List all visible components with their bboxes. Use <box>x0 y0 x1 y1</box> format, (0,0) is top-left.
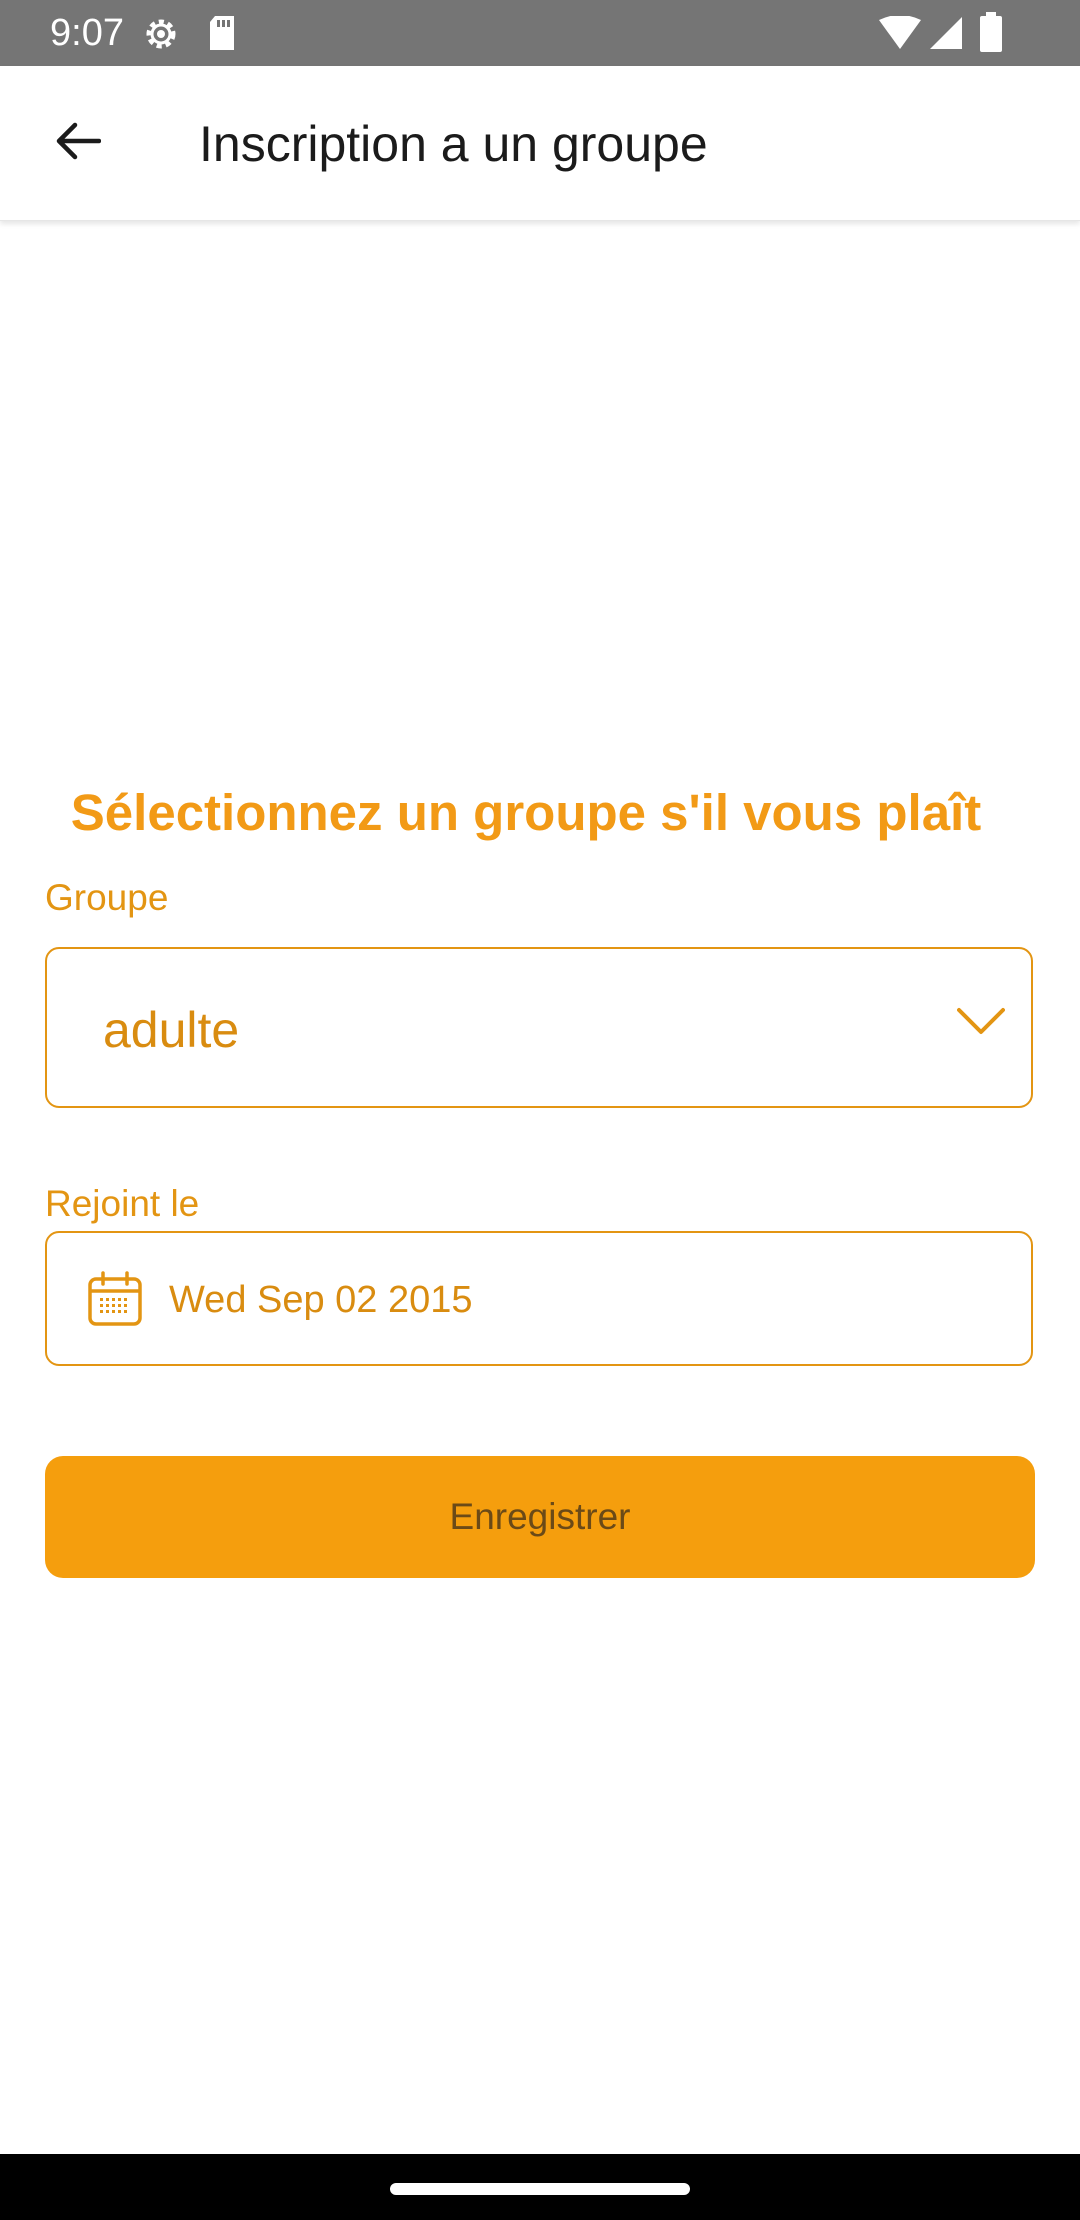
arrow-back-icon <box>53 121 102 166</box>
app-bar: Inscription a un groupe <box>0 66 1080 221</box>
home-gesture-handle[interactable] <box>390 2183 690 2195</box>
battery-icon <box>979 12 1003 57</box>
form-heading: Sélectionnez un groupe s'il vous plaît <box>70 784 982 841</box>
save-button-label: Enregistrer <box>449 1496 631 1537</box>
group-select[interactable]: adulte <box>45 947 1033 1108</box>
page-title: Inscription a un groupe <box>199 116 708 172</box>
group-label: Groupe <box>45 877 169 918</box>
cell-signal-icon <box>928 16 964 55</box>
wifi-icon <box>878 15 922 55</box>
status-time: 9:07 <box>50 12 124 54</box>
joined-label: Rejoint le <box>45 1183 200 1224</box>
sd-card-icon <box>207 14 237 57</box>
joined-date-value: Wed Sep 02 2015 <box>169 1279 473 1321</box>
back-button[interactable] <box>36 112 118 174</box>
screen: 9:07 Inscription a un groupe Sélectionne… <box>0 0 1080 2220</box>
status-bar: 9:07 <box>0 0 1080 66</box>
joined-date-field[interactable]: Wed Sep 02 2015 <box>45 1231 1033 1366</box>
save-button[interactable]: Enregistrer <box>45 1456 1035 1578</box>
group-select-value: adulte <box>103 1002 240 1058</box>
calendar-icon <box>87 1271 143 1332</box>
chevron-down-icon <box>957 1007 1005 1040</box>
settings-gear-icon <box>141 14 181 59</box>
navigation-bar <box>0 2154 1080 2220</box>
